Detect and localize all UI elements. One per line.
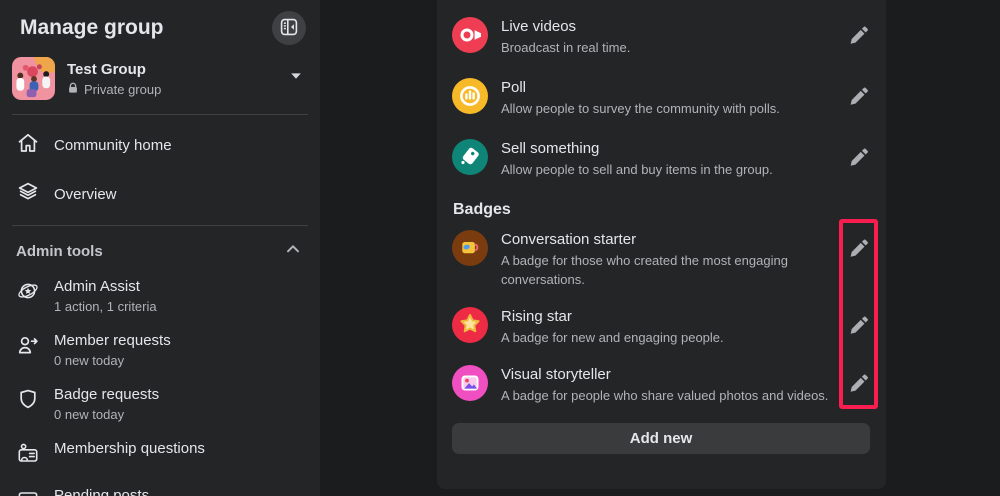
chevron-down-icon [288,68,304,89]
page-title: Manage group [20,16,164,40]
sidebar: Manage group [0,0,320,496]
pencil-icon [846,245,868,260]
sidebar-item-label: Pending posts [54,487,149,496]
feature-row-live-videos: Live videos Broadcast in real time. [452,17,870,57]
feature-description: Allow people to sell and buy items in th… [501,160,831,179]
sidebar-toggle-icon [279,17,299,40]
badge-row-conversation-starter: Conversation starter A badge for those w… [452,230,870,289]
badge-row-visual-storyteller: Visual storyteller A badge for people wh… [452,365,870,405]
group-selector[interactable]: Test Group Private group [0,53,320,114]
feature-row-sell-something: Sell something Allow people to sell and … [452,139,870,179]
member-requests-icon [16,331,40,362]
edit-sell-something-button[interactable] [844,142,870,171]
edit-poll-button[interactable] [844,81,870,110]
badge-row-rising-star: Rising star A badge for new and engaging… [452,307,870,347]
sell-tag-icon [452,139,488,175]
feature-description: Allow people to survey the community wit… [501,99,831,118]
conversation-starter-badge-icon [452,230,488,266]
edit-conversation-starter-button[interactable] [844,233,870,262]
group-name: Test Group [67,60,161,79]
feature-row-poll: Poll Allow people to survey the communit… [452,78,870,118]
pencil-icon [846,322,868,337]
membership-questions-icon [16,439,40,470]
feature-description: Broadcast in real time. [501,38,831,57]
badges-section-header: Badges [453,200,870,220]
admin-tools-header: Admin tools [16,243,103,260]
sidebar-item-label: Overview [54,186,117,203]
admin-assist-icon [16,277,40,308]
manage-group-page: Manage group [0,0,1000,496]
collapse-sidebar-button[interactable] [272,11,306,45]
sidebar-item-sublabel: 0 new today [54,407,159,423]
chevron-up-icon [284,240,302,263]
sidebar-item-sublabel: 0 new today [54,353,171,369]
edit-rising-star-button[interactable] [844,310,870,339]
edit-visual-storyteller-button[interactable] [844,368,870,397]
home-icon [16,131,40,160]
feature-title: Live videos [501,17,831,37]
sidebar-item-label: Admin Assist [54,278,140,295]
sidebar-item-membership-questions[interactable]: Membership questions [0,431,320,478]
lock-icon [67,82,79,97]
sidebar-nav: Community home Overview [0,115,320,225]
sidebar-item-overview[interactable]: Overview [0,170,320,219]
sidebar-item-member-requests[interactable]: Member requests 0 new today [0,323,320,377]
pencil-icon [846,93,868,108]
admin-tools-section-toggle[interactable]: Admin tools [0,226,320,269]
badge-requests-icon [16,385,40,416]
sidebar-item-badge-requests[interactable]: Badge requests 0 new today [0,377,320,431]
group-privacy-label: Private group [84,82,161,97]
badge-description: A badge for people who share valued phot… [501,386,831,405]
live-video-icon [452,17,488,53]
sidebar-item-admin-assist[interactable]: Admin Assist 1 action, 1 criteria [0,269,320,323]
feature-title: Poll [501,78,831,98]
sidebar-item-label: Badge requests [54,386,159,403]
feature-title: Sell something [501,139,831,159]
pending-posts-icon [16,486,40,496]
sidebar-item-label: Member requests [54,332,171,349]
group-features-panel: Live videos Broadcast in real time. [437,0,886,489]
group-avatar [12,57,55,100]
edit-live-videos-button[interactable] [844,20,870,49]
sidebar-item-label: Membership questions [54,440,205,457]
sidebar-item-pending-posts[interactable]: Pending posts 0 new today [0,478,320,496]
sidebar-item-community-home[interactable]: Community home [0,121,320,170]
badge-title: Rising star [501,307,831,327]
sidebar-item-sublabel: 1 action, 1 criteria [54,299,157,315]
add-new-badge-button[interactable]: Add new [452,423,870,454]
pencil-icon [846,32,868,47]
badge-description: A badge for those who created the most e… [501,251,831,289]
sidebar-item-label: Community home [54,137,172,154]
badge-description: A badge for new and engaging people. [501,328,831,347]
badge-title: Visual storyteller [501,365,831,385]
pencil-icon [846,154,868,169]
rising-star-badge-icon [452,307,488,343]
poll-icon [452,78,488,114]
pencil-icon [846,380,868,395]
visual-storyteller-badge-icon [452,365,488,401]
layers-icon [16,180,40,209]
badge-title: Conversation starter [501,230,831,250]
